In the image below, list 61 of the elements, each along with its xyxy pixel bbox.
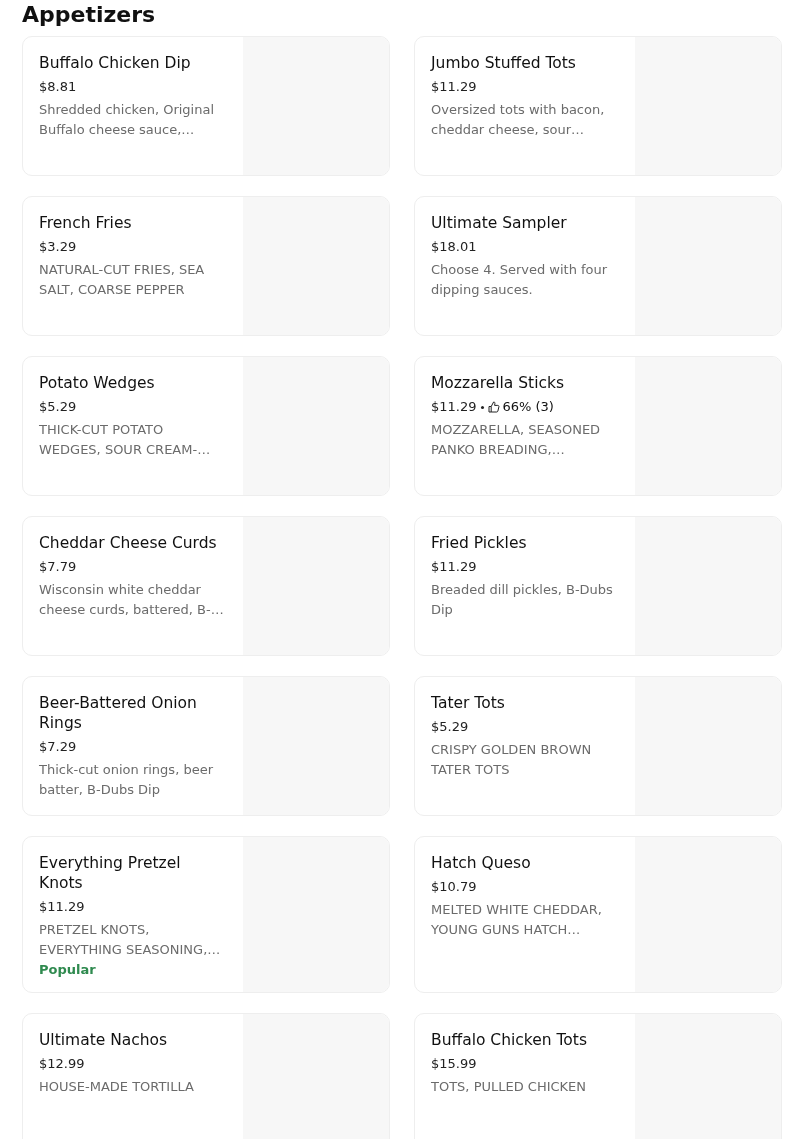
item-price: $10.79 xyxy=(431,878,477,896)
item-rating: 66% (3) xyxy=(502,398,554,416)
section-heading: Appetizers xyxy=(22,2,157,28)
menu-item-card[interactable]: Hatch Queso $10.79 MELTED WHITE CHEDDAR, YOUNG GUNS HATCH… xyxy=(414,836,782,993)
item-description: Breaded dill pickles, B-Dubs Dip xyxy=(431,581,614,619)
menu-item-card[interactable]: Cheddar Cheese Curds $7.79 Wisconsin white cheddar cheese curds, battered, B-… xyxy=(22,516,390,656)
item-description: NATURAL-CUT FRIES, SEA SALT, COARSE PEPPER xyxy=(39,261,206,299)
item-description: MELTED WHITE CHEDDAR, YOUNG GUNS HATCH… xyxy=(431,901,603,939)
item-name: Everything Pretzel Knots xyxy=(39,853,182,893)
thumbs-up-icon xyxy=(487,401,500,413)
item-description: Oversized tots with bacon, cheddar cheese, sour… xyxy=(431,101,606,139)
menu-item-card[interactable]: Beer-Battered Onion Rings $7.29 Thick-cut onion rings, beer batter, B-Dubs Dip xyxy=(22,676,390,816)
item-description: CRISPY GOLDEN BROWN TATER TOTS xyxy=(431,741,593,779)
item-price: $7.79 xyxy=(39,558,77,576)
item-description: TOTS, PULLED CHICKEN xyxy=(431,1078,588,1096)
menu-item-card[interactable]: Potato Wedges $5.29 THICK-CUT POTATO WEDGES, SOUR CREAM-… xyxy=(22,356,390,496)
item-description: HOUSE-MADE TORTILLA xyxy=(39,1078,195,1096)
item-name: Buffalo Chicken Dip xyxy=(39,53,192,73)
item-description: Wisconsin white cheddar cheese curds, battered, B-… xyxy=(39,581,225,619)
item-price: $5.29 xyxy=(39,398,77,416)
item-name: French Fries xyxy=(39,213,133,233)
item-price: $18.01 xyxy=(431,238,477,256)
item-name: Ultimate Nachos xyxy=(39,1030,169,1050)
item-price: $11.29 xyxy=(39,898,85,916)
item-name: Potato Wedges xyxy=(39,373,156,393)
item-description: Shredded chicken, Original Buffalo cheese sauce,… xyxy=(39,101,216,139)
item-name: Buffalo Chicken Tots xyxy=(431,1030,588,1050)
item-price: $3.29 xyxy=(39,238,77,256)
menu-item-card[interactable]: Ultimate Nachos $12.99 HOUSE-MADE TORTILLA xyxy=(22,1013,390,1139)
item-price: $8.81 xyxy=(39,78,77,96)
separator-dot xyxy=(480,405,484,409)
popular-label: Popular xyxy=(39,961,97,979)
item-name: Mozzarella Sticks xyxy=(431,373,566,393)
menu-item-card[interactable]: Buffalo Chicken Tots $15.99 TOTS, PULLED CHICKEN xyxy=(414,1013,782,1139)
item-name: Hatch Queso xyxy=(431,853,532,873)
item-description: Thick-cut onion rings, beer batter, B-Dubs Dip xyxy=(39,761,214,799)
item-description: PRETZEL KNOTS, EVERYTHING SEASONING,… xyxy=(39,921,222,959)
menu-item-card[interactable]: Jumbo Stuffed Tots $11.29 Oversized tots with bacon, cheddar cheese, sour… xyxy=(414,36,782,176)
item-description: Choose 4. Served with four dipping sauces. xyxy=(431,261,609,299)
menu-item-card[interactable]: Buffalo Chicken Dip $8.81 Shredded chicken, Original Buffalo cheese sauce,… xyxy=(22,36,390,176)
item-price: $15.99 xyxy=(431,1055,477,1073)
item-price: $5.29 xyxy=(431,718,469,736)
item-price: $11.29 xyxy=(431,398,477,416)
menu-item-card[interactable]: French Fries $3.29 NATURAL-CUT FRIES, SEA SALT, COARSE PEPPER xyxy=(22,196,390,336)
item-price: $11.29 xyxy=(431,78,477,96)
item-price: $11.29 xyxy=(431,558,477,576)
menu-item-card[interactable]: Tater Tots $5.29 CRISPY GOLDEN BROWN TATER TOTS xyxy=(414,676,782,816)
menu-item-card[interactable]: Mozzarella Sticks $11.29 66% (3) MOZZARELLA, SEASONED PANKO BREADING,… xyxy=(414,356,782,496)
menu-item-card[interactable]: Ultimate Sampler $18.01 Choose 4. Served with four dipping sauces. xyxy=(414,196,782,336)
item-name: Jumbo Stuffed Tots xyxy=(431,53,577,73)
item-name: Fried Pickles xyxy=(431,533,528,553)
item-price: $12.99 xyxy=(39,1055,85,1073)
item-name: Cheddar Cheese Curds xyxy=(39,533,218,553)
item-price: $7.29 xyxy=(39,738,77,756)
menu-item-card[interactable]: Everything Pretzel Knots $11.29 PRETZEL KNOTS, EVERYTHING SEASONING,… Popular xyxy=(22,836,390,993)
item-name: Beer-Battered Onion Rings xyxy=(39,693,198,733)
item-description: THICK-CUT POTATO WEDGES, SOUR CREAM-… xyxy=(39,421,212,459)
item-description: MOZZARELLA, SEASONED PANKO BREADING,… xyxy=(431,421,602,459)
item-name: Ultimate Sampler xyxy=(431,213,568,233)
menu-item-card[interactable]: Fried Pickles $11.29 Breaded dill pickles, B-Dubs Dip xyxy=(414,516,782,656)
item-name: Tater Tots xyxy=(431,693,506,713)
